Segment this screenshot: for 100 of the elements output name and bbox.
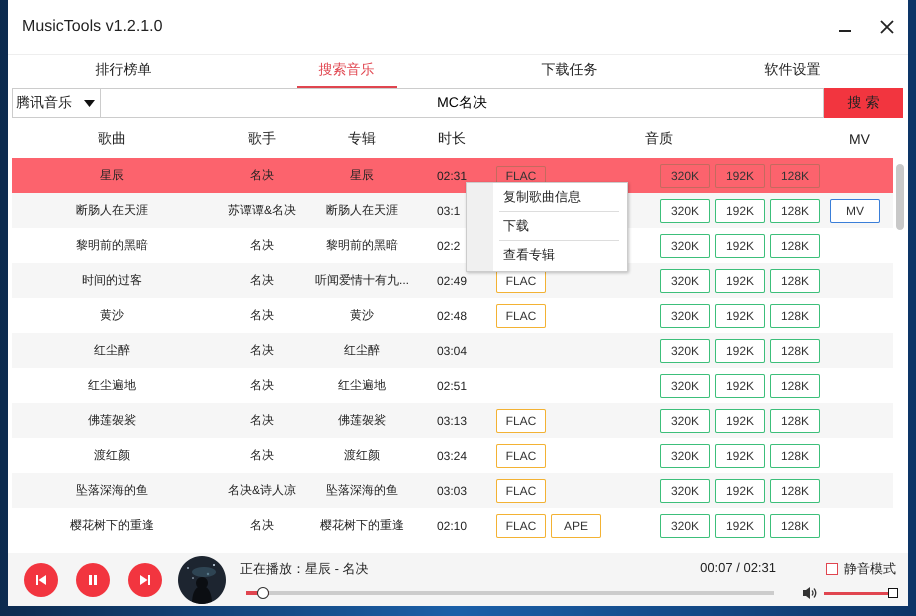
- bitrate-button[interactable]: 320K: [660, 304, 710, 328]
- bitrate-button[interactable]: 192K: [715, 374, 765, 398]
- now-playing-text: 正在播放：星辰 - 名决: [240, 560, 369, 578]
- bitrate-button[interactable]: 128K: [770, 514, 820, 538]
- artist-cell-text: 名决: [249, 307, 275, 324]
- column-header: 歌手: [247, 130, 277, 148]
- next-button[interactable]: [128, 562, 162, 596]
- bitrate-button[interactable]: 128K: [770, 164, 820, 188]
- format-button[interactable]: APE: [551, 514, 601, 538]
- bitrate-button[interactable]: 128K: [770, 304, 820, 328]
- search-button[interactable]: 搜 索: [824, 88, 903, 118]
- format-button[interactable]: FLAC: [496, 304, 546, 328]
- mute-label: 静音模式: [844, 560, 896, 578]
- bitrate-button[interactable]: 192K: [715, 234, 765, 258]
- artist-cell-text: 名决: [249, 412, 275, 429]
- table-row[interactable]: 佛莲袈裟 名决 佛莲袈裟 03:13 FLAC 320K 192K 128K: [12, 403, 893, 438]
- volume-thumb[interactable]: [888, 588, 898, 598]
- duration-cell-text: 03:13: [436, 414, 468, 428]
- bitrate-button[interactable]: 128K: [770, 338, 820, 362]
- duration-cell-text: 03:24: [436, 448, 468, 462]
- bitrate-button[interactable]: 192K: [715, 268, 765, 292]
- speaker-icon[interactable]: [802, 586, 818, 600]
- format-button[interactable]: FLAC: [496, 514, 546, 538]
- song-cell-text: 红尘遍地: [87, 377, 137, 394]
- bitrate-button[interactable]: 192K: [715, 338, 765, 362]
- album-cell-text: 听闻爱情十有九...: [314, 272, 410, 289]
- artist-cell-text: 名决&诗人凉: [226, 482, 297, 499]
- table-row[interactable]: 坠落深海的鱼 名决&诗人凉 坠落深海的鱼 03:03 FLAC 320K 192K 128K: [12, 473, 893, 508]
- bitrate-button[interactable]: 320K: [660, 444, 710, 468]
- bitrate-button[interactable]: 320K: [660, 408, 710, 432]
- playback-time: 00:07 / 02:31: [700, 560, 776, 576]
- mv-button[interactable]: MV: [830, 198, 880, 222]
- bitrate-button[interactable]: 192K: [715, 444, 765, 468]
- song-cell-text: 星辰: [99, 167, 125, 184]
- bitrate-button[interactable]: 192K: [715, 304, 765, 328]
- bitrate-button[interactable]: 320K: [660, 338, 710, 362]
- artist-cell-text: 名决: [249, 517, 275, 534]
- song-cell-text: 樱花树下的重逢: [69, 517, 155, 534]
- previous-button[interactable]: [24, 562, 58, 596]
- bitrate-button[interactable]: 320K: [660, 234, 710, 258]
- column-header: MV: [848, 131, 871, 147]
- album-cell-text: 黎明前的黑暗: [325, 237, 399, 254]
- artist-cell-text: 苏谭谭&名决: [226, 202, 297, 219]
- duration-cell-text: 03:1: [436, 204, 462, 218]
- artist-cell-text: 名决: [249, 237, 275, 254]
- album-cell-text: 红尘醉: [343, 342, 381, 359]
- bitrate-button[interactable]: 128K: [770, 478, 820, 502]
- bitrate-button[interactable]: 320K: [660, 514, 710, 538]
- bitrate-button[interactable]: 128K: [770, 374, 820, 398]
- bitrate-button[interactable]: 320K: [660, 198, 710, 222]
- window-title: MusicTools v1.2.1.0: [22, 18, 164, 36]
- bitrate-button[interactable]: 192K: [715, 408, 765, 432]
- next-icon: [139, 574, 151, 586]
- format-button[interactable]: FLAC: [496, 478, 546, 502]
- bitrate-button[interactable]: 320K: [660, 478, 710, 502]
- bitrate-button[interactable]: 128K: [770, 198, 820, 222]
- table-row[interactable]: 红尘醉 名决 红尘醉 03:04 320K 192K 128K: [12, 333, 893, 368]
- album-cell-text: 渡红颜: [343, 447, 381, 464]
- bitrate-button[interactable]: 192K: [715, 198, 765, 222]
- bitrate-button[interactable]: 128K: [770, 444, 820, 468]
- bitrate-button[interactable]: 320K: [660, 164, 710, 188]
- tab[interactable]: 下载任务: [520, 55, 620, 88]
- tab[interactable]: 排行榜单: [74, 55, 174, 88]
- duration-cell-text: 02:48: [436, 308, 468, 322]
- song-cell-text: 佛莲袈裟: [87, 412, 137, 429]
- song-cell-text: 红尘醉: [93, 342, 131, 359]
- duration-cell-text: 02:2: [436, 238, 462, 252]
- column-header: 专辑: [347, 130, 377, 148]
- bitrate-button[interactable]: 320K: [660, 268, 710, 292]
- scrollbar-thumb[interactable]: [896, 164, 904, 230]
- bitrate-button[interactable]: 128K: [770, 234, 820, 258]
- column-header: 歌曲: [97, 130, 127, 148]
- song-cell-text: 时间的过客: [81, 272, 143, 289]
- source-dropdown[interactable]: 腾讯音乐: [12, 88, 101, 118]
- checkbox[interactable]: [826, 562, 838, 574]
- album-cell-text: 星辰: [349, 167, 375, 184]
- previous-icon: [35, 574, 47, 586]
- bitrate-button[interactable]: 192K: [715, 514, 765, 538]
- close-icon[interactable]: [880, 20, 894, 34]
- bitrate-button[interactable]: 192K: [715, 478, 765, 502]
- format-button[interactable]: FLAC: [496, 444, 546, 468]
- table-row[interactable]: 时间的过客 名决 听闻爱情十有九... 02:49 FLAC 320K 192K 128K: [12, 263, 893, 298]
- album-cell-text: 樱花树下的重逢: [319, 517, 405, 534]
- bitrate-button[interactable]: 320K: [660, 374, 710, 398]
- bitrate-button[interactable]: 128K: [770, 408, 820, 432]
- artist-cell-text: 名决: [249, 377, 275, 394]
- duration-cell-text: 02:10: [436, 518, 468, 532]
- bitrate-button[interactable]: 128K: [770, 268, 820, 292]
- progress-thumb[interactable]: [257, 586, 270, 598]
- duration-cell-text: 02:49: [436, 274, 468, 288]
- format-button[interactable]: FLAC: [496, 408, 546, 432]
- column-header: 时长: [437, 130, 467, 148]
- mute-checkbox[interactable]: 静音模式: [826, 560, 896, 578]
- pause-button[interactable]: [76, 562, 110, 596]
- song-cell-text: 黎明前的黑暗: [75, 237, 149, 254]
- tab[interactable]: 软件设置: [742, 55, 842, 88]
- caret-icon: [84, 100, 95, 106]
- duration-cell-text: 03:03: [436, 484, 468, 498]
- search-field[interactable]: MC名决: [101, 88, 824, 118]
- bitrate-button[interactable]: 192K: [715, 164, 765, 188]
